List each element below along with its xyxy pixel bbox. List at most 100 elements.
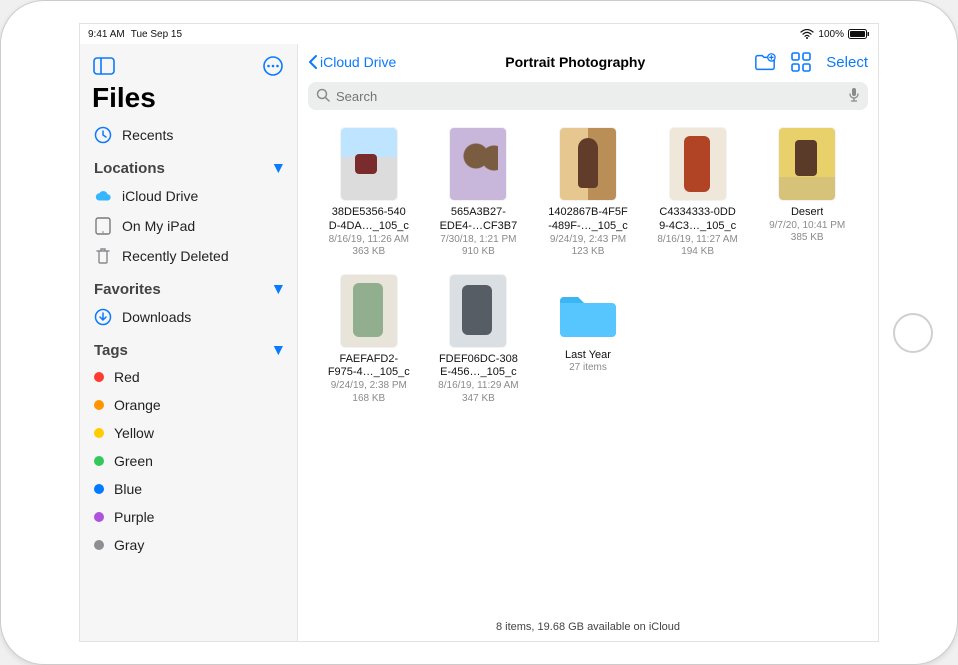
- file-name-line2: 9-4C3…_105_c: [659, 220, 736, 234]
- home-button[interactable]: [893, 313, 933, 353]
- sidebar: Files Recents Locations ▶ iCloud Drive: [80, 44, 298, 641]
- tag-dot-icon: [94, 428, 104, 438]
- sidebar-tag-gray[interactable]: Gray: [80, 531, 297, 559]
- file-thumbnail: [779, 128, 835, 200]
- file-thumbnail: [450, 128, 506, 200]
- file-meta: 27 items: [569, 362, 607, 375]
- sidebar-item-label: Red: [114, 369, 140, 385]
- sidebar-item-recently-deleted[interactable]: Recently Deleted: [80, 241, 297, 271]
- status-date: Tue Sep 15: [131, 29, 182, 40]
- file-item[interactable]: 565A3B27-EDE4-…CF3B77/30/18, 1:21 PM910 …: [430, 128, 528, 259]
- file-item[interactable]: C4334333-0DD9-4C3…_105_c8/16/19, 11:27 A…: [649, 128, 747, 259]
- sidebar-item-icloud-drive[interactable]: iCloud Drive: [80, 181, 297, 211]
- tag-dot-icon: [94, 400, 104, 410]
- storage-status: 8 items, 19.68 GB available on iCloud: [298, 615, 878, 641]
- download-icon: [94, 308, 112, 326]
- file-size: 385 KB: [791, 232, 824, 245]
- wifi-icon: [800, 29, 814, 39]
- file-size: 347 KB: [462, 393, 495, 406]
- sidebar-item-label: Orange: [114, 397, 161, 413]
- file-size: 363 KB: [352, 246, 385, 259]
- sidebar-item-label: Purple: [114, 509, 154, 525]
- file-item[interactable]: Desert9/7/20, 10:41 PM385 KB: [758, 128, 856, 259]
- file-item[interactable]: 1402867B-4F5F-489F-…_105_c9/24/19, 2:43 …: [539, 128, 637, 259]
- sidebar-item-label: Recents: [122, 127, 173, 143]
- section-title: Locations: [94, 160, 165, 177]
- file-name: 565A3B27-: [451, 206, 506, 220]
- section-title: Favorites: [94, 281, 161, 298]
- folder-icon: [556, 289, 620, 341]
- file-meta: 9/7/20, 10:41 PM: [769, 220, 845, 233]
- file-meta: 7/30/18, 1:21 PM: [440, 234, 516, 247]
- sidebar-tag-orange[interactable]: Orange: [80, 391, 297, 419]
- file-size: 194 KB: [681, 246, 714, 259]
- clock-icon: [94, 126, 112, 144]
- section-header-favorites[interactable]: Favorites ▶: [80, 271, 297, 302]
- tag-dot-icon: [94, 540, 104, 550]
- app-title: Files: [80, 80, 297, 120]
- section-header-locations[interactable]: Locations ▶: [80, 150, 297, 181]
- sidebar-item-label: On My iPad: [122, 218, 195, 234]
- search-field[interactable]: [308, 82, 868, 110]
- chevron-down-icon: ▶: [272, 285, 285, 293]
- file-item[interactable]: FDEF06DC-308E-456…_105_c8/16/19, 11:29 A…: [430, 275, 528, 406]
- file-name: FAEFAFD2-: [339, 353, 398, 367]
- sidebar-tag-purple[interactable]: Purple: [80, 503, 297, 531]
- file-name: Desert: [791, 206, 823, 220]
- volume-button: [0, 321, 1, 341]
- file-name-line2: F975-4…_105_c: [328, 366, 410, 380]
- chevron-left-icon: [308, 54, 318, 70]
- more-options-icon[interactable]: [259, 52, 287, 80]
- trash-icon: [94, 247, 112, 265]
- file-meta: 8/16/19, 11:26 AM: [329, 234, 409, 247]
- sidebar-item-label: Yellow: [114, 425, 154, 441]
- folder-item[interactable]: Last Year27 items: [539, 275, 637, 406]
- file-meta: 8/16/19, 11:29 AM: [438, 380, 518, 393]
- new-folder-button[interactable]: [754, 51, 776, 73]
- sidebar-tag-red[interactable]: Red: [80, 363, 297, 391]
- chevron-down-icon: ▶: [272, 346, 285, 354]
- back-button[interactable]: iCloud Drive: [308, 54, 396, 70]
- sidebar-item-label: Gray: [114, 537, 144, 553]
- back-label: iCloud Drive: [320, 54, 396, 70]
- file-thumbnail: [341, 275, 397, 347]
- select-button[interactable]: Select: [826, 54, 868, 71]
- sidebar-tag-yellow[interactable]: Yellow: [80, 419, 297, 447]
- file-name: 1402867B-4F5F: [548, 206, 628, 220]
- tag-dot-icon: [94, 456, 104, 466]
- sidebar-item-label: Green: [114, 453, 153, 469]
- view-grid-button[interactable]: [790, 51, 812, 73]
- battery-percent: 100%: [818, 29, 844, 40]
- file-meta: 8/16/19, 11:27 AM: [657, 234, 737, 247]
- file-item[interactable]: 38DE5356-540D-4DA…_105_c8/16/19, 11:26 A…: [320, 128, 418, 259]
- ipad-icon: [94, 217, 112, 235]
- file-meta: 9/24/19, 2:38 PM: [331, 380, 407, 393]
- file-name: FDEF06DC-308: [439, 353, 518, 367]
- sidebar-tag-blue[interactable]: Blue: [80, 475, 297, 503]
- file-thumbnail: [341, 128, 397, 200]
- file-thumbnail: [670, 128, 726, 200]
- search-icon: [316, 88, 330, 105]
- file-size: 910 KB: [462, 246, 495, 259]
- tag-dot-icon: [94, 512, 104, 522]
- sidebar-toggle-icon[interactable]: [90, 52, 118, 80]
- file-name-line2: EDE4-…CF3B7: [440, 220, 518, 234]
- section-header-tags[interactable]: Tags ▶: [80, 332, 297, 363]
- sidebar-item-label: iCloud Drive: [122, 188, 198, 204]
- file-meta: 9/24/19, 2:43 PM: [550, 234, 626, 247]
- sidebar-tag-green[interactable]: Green: [80, 447, 297, 475]
- file-size: 168 KB: [352, 393, 385, 406]
- sidebar-item-downloads[interactable]: Downloads: [80, 302, 297, 332]
- sidebar-item-label: Recently Deleted: [122, 248, 229, 264]
- file-size: 123 KB: [572, 246, 605, 259]
- file-item[interactable]: FAEFAFD2-F975-4…_105_c9/24/19, 2:38 PM16…: [320, 275, 418, 406]
- search-input[interactable]: [336, 89, 842, 104]
- file-name-line2: D-4DA…_105_c: [329, 220, 409, 234]
- sidebar-item-recents[interactable]: Recents: [80, 120, 297, 150]
- dictation-icon[interactable]: [848, 87, 860, 106]
- chevron-down-icon: ▶: [272, 164, 285, 172]
- tag-dot-icon: [94, 372, 104, 382]
- status-time: 9:41 AM: [88, 29, 125, 40]
- file-name: Last Year: [565, 349, 611, 363]
- sidebar-item-on-my-ipad[interactable]: On My iPad: [80, 211, 297, 241]
